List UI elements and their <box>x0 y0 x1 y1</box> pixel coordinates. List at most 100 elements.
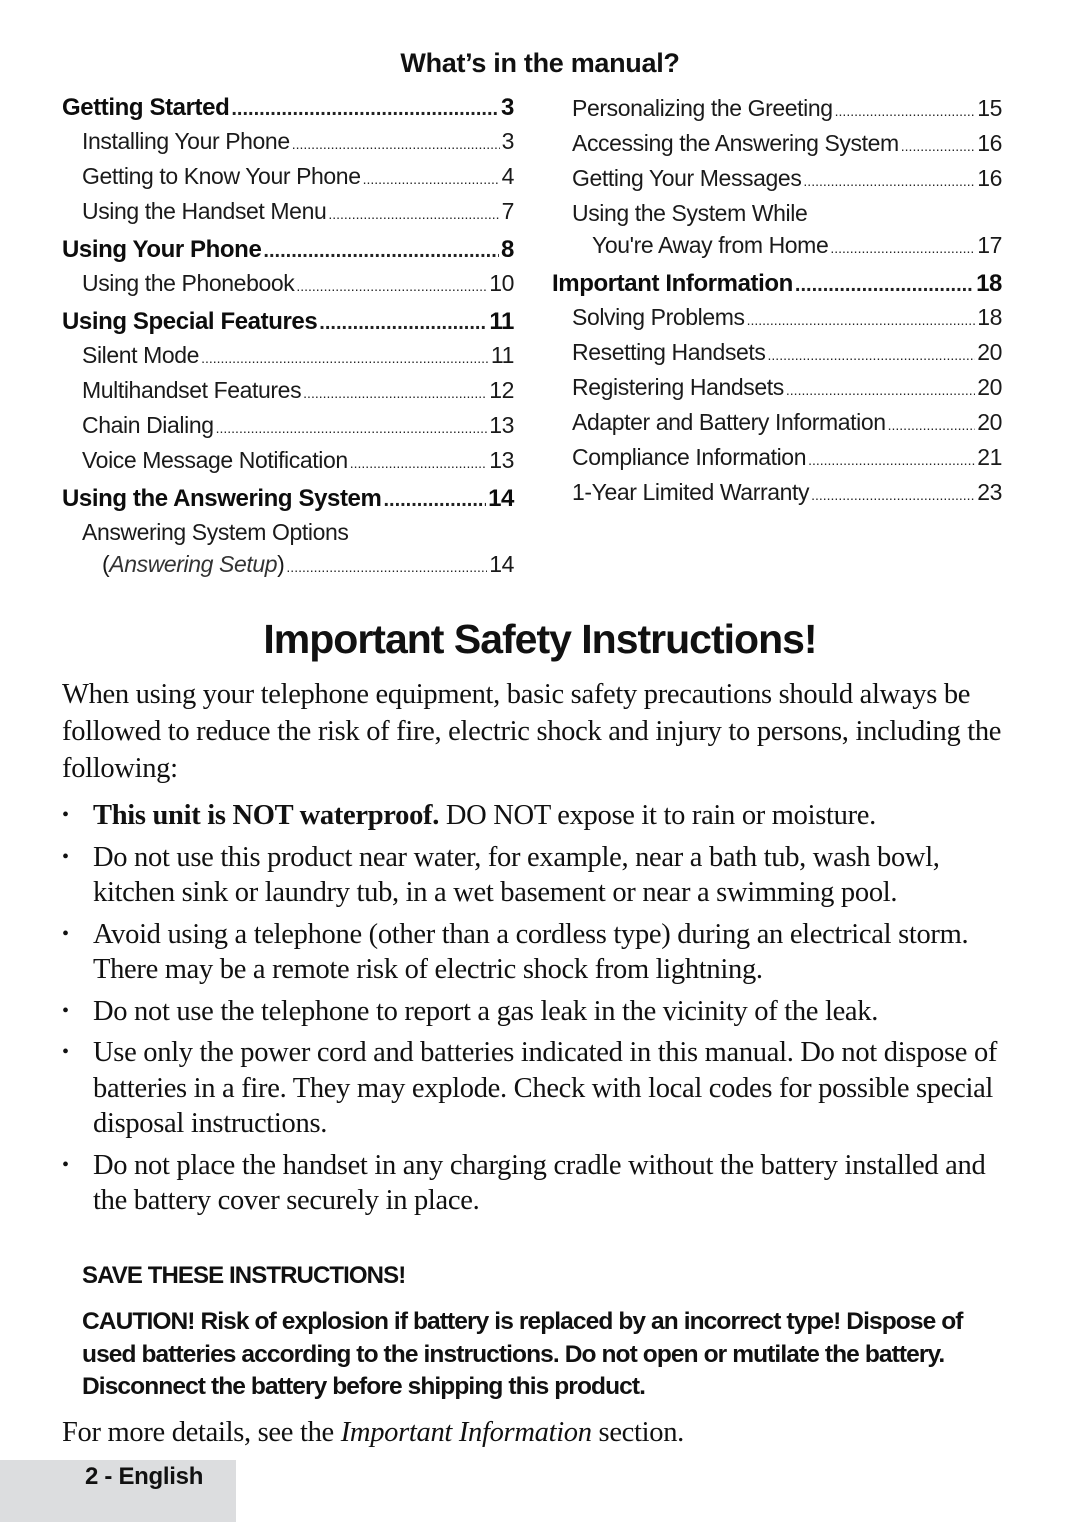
toc-page-number: 14 <box>488 485 514 512</box>
toc-left-column: Getting Started3 Installing Your Phone 3 Ge… <box>62 92 514 583</box>
toc-leader-dots <box>292 125 500 160</box>
safety-title: Important Safety Instructions! <box>263 616 817 662</box>
toc-entry[interactable]: (Answering Setup) 14 <box>62 548 514 583</box>
toc-leader-dots <box>901 127 975 162</box>
toc-leader-dots <box>811 476 975 511</box>
toc-section-entry[interactable]: Using Special Features 11 <box>62 306 514 339</box>
safety-bullet-emphasis: This unit is NOT waterproof. <box>93 800 440 831</box>
toc-leader-dots <box>747 301 976 336</box>
toc-leader-dots <box>803 162 975 197</box>
toc-entry-label: Using the System While <box>572 200 808 226</box>
toc-section-entry[interactable]: Using the Answering System 14 <box>62 483 514 516</box>
bullet-icon: • <box>62 1153 69 1176</box>
toc-leader-dots <box>795 268 974 301</box>
toc-entry-label: Silent Mode <box>82 342 200 368</box>
toc-leader-dots <box>350 444 487 479</box>
toc-entry[interactable]: 1-Year Limited Warranty 23 <box>552 476 1002 511</box>
toc-entry-label: Installing Your Phone <box>82 128 290 154</box>
toc-page-number: 3 <box>501 128 515 154</box>
safety-bullet-item: • Do not use this product near water, for… <box>62 840 1022 911</box>
toc-entry[interactable]: Multihandset Features 12 <box>62 374 514 409</box>
toc-section-entry[interactable]: Important Information 18 <box>552 268 1002 301</box>
toc-entry[interactable]: Accessing the Answering System 16 <box>552 127 1002 162</box>
toc-entry[interactable]: Installing Your Phone 3 <box>62 125 514 160</box>
toc-page-number: 14 <box>489 551 514 577</box>
toc-entry-label: Multihandset Features <box>82 377 302 403</box>
toc-entry[interactable]: Voice Message Notification 13 <box>62 444 514 479</box>
toc-entry-label: Using the Handset Menu <box>82 198 327 224</box>
safety-bullet-item: • This unit is NOT waterproof. DO NOT exp… <box>62 798 1022 834</box>
toc-entry[interactable]: Compliance Information 21 <box>552 441 1002 476</box>
toc-entry[interactable]: Using the Handset Menu 7 <box>62 195 514 230</box>
toc-entry[interactable]: Resetting Handsets 20 <box>552 336 1002 371</box>
toc-leader-dots <box>768 336 976 371</box>
toc-leader-dots <box>303 374 487 409</box>
toc-leader-dots <box>888 406 976 441</box>
toc-entry-label: You're Away from Home <box>592 232 829 258</box>
toc-page-number: 10 <box>489 270 514 296</box>
safety-bullet-text: Use only the power cord and batteries in… <box>93 1037 998 1139</box>
toc-entry-label: Answering System Options <box>82 519 349 545</box>
toc-leader-dots <box>216 409 488 444</box>
toc-entry-label: Getting Your Messages <box>572 165 802 191</box>
toc-entry[interactable]: Answering System Options <box>62 516 514 548</box>
toc-entry[interactable]: Getting Your Messages 16 <box>552 162 1002 197</box>
safety-bullet-text: Do not place the handset in any charging… <box>93 1149 986 1217</box>
safety-bullet-item: • Do not place the handset in any chargin… <box>62 1148 1022 1219</box>
toc-page-number: 8 <box>501 236 514 263</box>
toc-entry[interactable]: Using the Phonebook 10 <box>62 267 514 302</box>
toc-section-entry[interactable]: Using Your Phone 8 <box>62 234 514 267</box>
toc-page-number: 12 <box>489 377 514 403</box>
safety-intro: When using your telephone equipment, bas… <box>62 679 1002 784</box>
toc-entry-label: Getting to Know Your Phone <box>82 163 361 189</box>
important-information-reference: Important Information <box>340 1417 592 1448</box>
toc-page-number: 11 <box>489 308 514 335</box>
toc-leader-dots <box>383 483 486 516</box>
toc-entry[interactable]: Chain Dialing 13 <box>62 409 514 444</box>
toc-entry-label: Resetting Handsets <box>572 339 766 365</box>
toc-entry-label: Adapter and Battery Information <box>572 409 886 435</box>
toc-entry-label: Compliance Information <box>572 444 807 470</box>
toc-title: What’s in the manual? <box>400 48 680 78</box>
safety-bullet-text: Do not use this product near water, for … <box>93 841 940 909</box>
toc-entry[interactable]: Solving Problems 18 <box>552 301 1002 336</box>
toc-entry[interactable]: Using the System While <box>552 197 1002 229</box>
toc-entry[interactable]: You're Away from Home 17 <box>552 229 1002 264</box>
toc-leader-dots <box>286 548 487 583</box>
toc-right-column: Personalizing the Greeting 15 Accessing th… <box>552 92 1002 511</box>
page-number-label: 2 - English <box>85 1463 204 1490</box>
safety-bullet-list: • This unit is NOT waterproof. DO NOT exp… <box>62 798 1022 1225</box>
safety-bullet-item: • Use only the power cord and batteries i… <box>62 1035 1022 1142</box>
toc-page-number: 16 <box>977 130 1002 156</box>
bullet-icon: • <box>62 999 69 1022</box>
safety-bullet-text: Do not use the telephone to report a gas… <box>93 995 879 1027</box>
toc-entry-label: Solving Problems <box>572 304 745 330</box>
toc-entry[interactable]: Adapter and Battery Information 20 <box>552 406 1002 441</box>
toc-page-number: 18 <box>976 270 1002 297</box>
toc-leader-dots <box>319 306 487 339</box>
toc-entry[interactable]: Personalizing the Greeting 15 <box>552 92 1002 127</box>
toc-section-entry[interactable]: Getting Started 3 <box>62 92 514 125</box>
safety-bullet-text: DO NOT expose it to rain or moisture. <box>439 800 876 831</box>
toc-page-number: 13 <box>489 412 514 438</box>
toc-leader-dots <box>231 92 499 125</box>
toc-entry-label-italic: Answering Setup <box>109 551 278 577</box>
more-details-before: For more details, see the <box>62 1417 341 1448</box>
toc-page-number: 13 <box>489 447 514 473</box>
toc-leader-dots <box>786 371 975 406</box>
more-details-after: section. <box>591 1417 685 1448</box>
toc-entry[interactable]: Getting to Know Your Phone 4 <box>62 160 514 195</box>
toc-entry[interactable]: Registering Handsets 20 <box>552 371 1002 406</box>
toc-page-number: 7 <box>501 198 515 224</box>
toc-leader-dots <box>296 267 487 302</box>
toc-page-number: 11 <box>490 342 514 368</box>
toc-entry-label: Registering Handsets <box>572 374 784 400</box>
caution-note: CAUTION! Risk of explosion if battery is… <box>82 1308 963 1400</box>
more-details-note: For more details, see the Important Info… <box>62 1417 684 1449</box>
bullet-icon: • <box>62 1041 69 1063</box>
toc-page-number: 3 <box>501 94 514 121</box>
toc-leader-dots <box>263 234 499 267</box>
toc-leader-dots <box>363 160 500 195</box>
toc-entry[interactable]: Silent Mode 11 <box>62 339 514 374</box>
toc-entry-label: (Answering Setup) <box>102 551 285 577</box>
